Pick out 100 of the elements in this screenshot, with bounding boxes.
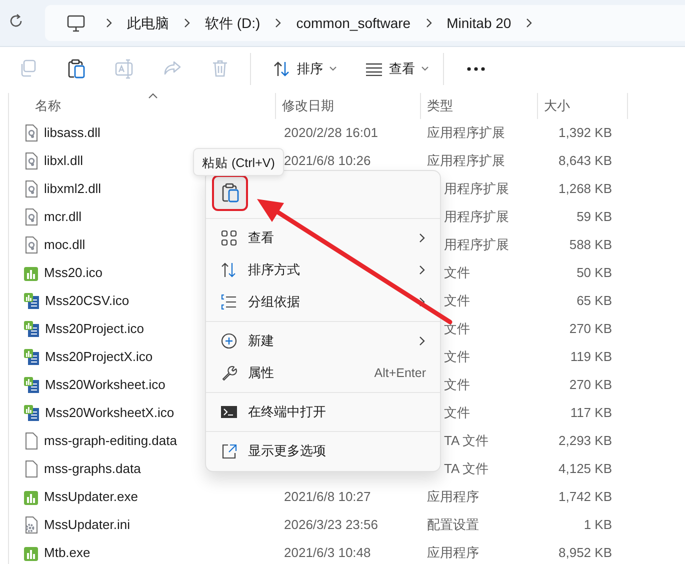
- list-icon: [365, 62, 383, 76]
- settings-file-icon: [24, 516, 39, 534]
- file-type: 文件: [444, 265, 470, 280]
- chevron-icon: [424, 18, 433, 28]
- more-icon: [467, 66, 485, 70]
- file-type: 应用程序扩展: [427, 125, 505, 140]
- tooltip: 粘贴 (Ctrl+V): [193, 148, 284, 176]
- file-date: 2021/6/8 10:26: [284, 153, 371, 168]
- file-name[interactable]: libxl.dll: [44, 151, 84, 171]
- menu-item[interactable]: 显示更多选项: [210, 435, 436, 467]
- external-icon: [221, 443, 237, 459]
- chevron-icon: [525, 18, 534, 28]
- file-type: 应用程序: [427, 545, 479, 560]
- file-type: 文件: [444, 293, 470, 308]
- file-type: 用程序扩展: [444, 209, 509, 224]
- file-size: 59 KB: [576, 209, 612, 224]
- column-header[interactable]: 修改日期: [276, 93, 421, 119]
- menu-item[interactable]: 分组依据: [210, 286, 436, 318]
- breadcrumb-item[interactable]: 此电脑: [119, 12, 177, 34]
- file-name[interactable]: Mss20ProjectX.ico: [45, 347, 153, 367]
- file-name[interactable]: moc.dll: [44, 235, 86, 255]
- paste-button[interactable]: [214, 177, 246, 209]
- chart-document-icon: [24, 320, 40, 338]
- column-header[interactable]: 名称: [9, 93, 276, 119]
- chart-app-icon: [24, 488, 39, 506]
- file-type: 文件: [444, 405, 470, 420]
- terminal-icon: [221, 404, 237, 420]
- file-size: 119 KB: [570, 349, 612, 364]
- chart-document-icon: [24, 376, 40, 394]
- menu-item[interactable]: 在终端中打开: [210, 396, 436, 428]
- file-type: TA 文件: [444, 461, 489, 476]
- dll-file-icon: [24, 236, 39, 254]
- file-name[interactable]: Mss20CSV.ico: [45, 291, 130, 311]
- file-name[interactable]: Mss20.ico: [44, 263, 103, 283]
- file-name[interactable]: Mss20Worksheet.ico: [45, 375, 166, 395]
- file-size: 270 KB: [569, 377, 612, 392]
- file-size: 117 KB: [570, 405, 612, 420]
- file-size: 1,268 KB: [558, 181, 612, 196]
- chevron-icon: [274, 18, 282, 28]
- file-name[interactable]: mss-graphs.data: [44, 459, 141, 479]
- file-size: 8,952 KB: [558, 545, 612, 560]
- file-name[interactable]: Mss20Project.ico: [45, 319, 144, 339]
- file-type: 用程序扩展: [444, 181, 509, 196]
- chart-document-icon: [24, 292, 40, 310]
- file-type: 配置设置: [427, 517, 479, 532]
- menu-item[interactable]: 查看: [210, 222, 436, 254]
- breadcrumb-item[interactable]: Minitab 20: [438, 12, 520, 34]
- file-name[interactable]: Mtb.exe: [44, 543, 90, 563]
- breadcrumb-item[interactable]: 软件 (D:): [197, 12, 268, 34]
- file-date: 2021/6/3 10:48: [284, 545, 371, 560]
- file-name[interactable]: libxml2.dll: [44, 179, 102, 199]
- file-size: 270 KB: [569, 321, 612, 336]
- file-name[interactable]: mcr.dll: [44, 207, 82, 227]
- column-header[interactable]: 类型: [421, 93, 538, 119]
- file-size: 1 KB: [584, 517, 612, 532]
- file-date: 2026/3/23 23:56: [284, 517, 378, 532]
- file-size: 1,392 KB: [558, 125, 612, 140]
- chevron-icon: [105, 18, 113, 28]
- chart-app-icon: [24, 544, 39, 562]
- menu-item[interactable]: 排序方式: [210, 254, 436, 286]
- sort-icon: [273, 60, 291, 76]
- sort-icon: [221, 262, 237, 278]
- copy-icon: [19, 58, 37, 78]
- file-size: 8,643 KB: [558, 153, 612, 168]
- dll-file-icon: [24, 208, 39, 226]
- file-name[interactable]: MssUpdater.exe: [44, 487, 138, 507]
- dll-file-icon: [24, 124, 39, 142]
- dll-file-icon: [24, 180, 39, 198]
- group-icon: [221, 294, 237, 310]
- chart-document-icon: [24, 404, 40, 422]
- menu-item[interactable]: 新建: [210, 325, 436, 357]
- file-size: 50 KB: [576, 265, 612, 280]
- file-type: 文件: [444, 349, 470, 364]
- sort-button[interactable]: 排序: [261, 50, 349, 86]
- sort-indicator-icon: [148, 93, 158, 99]
- blank-file-icon: [24, 460, 39, 478]
- breadcrumb-item[interactable]: common_software: [288, 12, 419, 34]
- view-button[interactable]: 查看: [353, 50, 441, 86]
- file-type: 应用程序扩展: [427, 153, 505, 168]
- computer-icon[interactable]: [67, 14, 85, 32]
- shortcut-text: Alt+Enter: [374, 364, 426, 382]
- caret-icon: [329, 66, 337, 72]
- column-header[interactable]: 大小: [538, 93, 628, 119]
- grid-icon: [221, 230, 237, 246]
- file-name[interactable]: MssUpdater.ini: [44, 515, 130, 535]
- file-type: 用程序扩展: [444, 237, 509, 252]
- file-type: 文件: [444, 377, 470, 392]
- file-name[interactable]: Mss20WorksheetX.ico: [45, 403, 174, 423]
- menu-item[interactable]: 属性 Alt+Enter: [210, 357, 436, 389]
- dll-file-icon: [24, 152, 39, 170]
- file-size: 4,125 KB: [558, 461, 612, 476]
- refresh-icon[interactable]: [8, 13, 24, 29]
- file-date: 2020/2/28 16:01: [284, 125, 378, 140]
- paste-icon: [221, 183, 239, 203]
- file-size: 2,293 KB: [558, 433, 612, 448]
- wrench-icon: [221, 365, 237, 381]
- caret-icon: [421, 66, 429, 72]
- file-size: 65 KB: [576, 293, 612, 308]
- file-name[interactable]: mss-graph-editing.data: [44, 431, 177, 451]
- file-name[interactable]: libsass.dll: [44, 123, 100, 143]
